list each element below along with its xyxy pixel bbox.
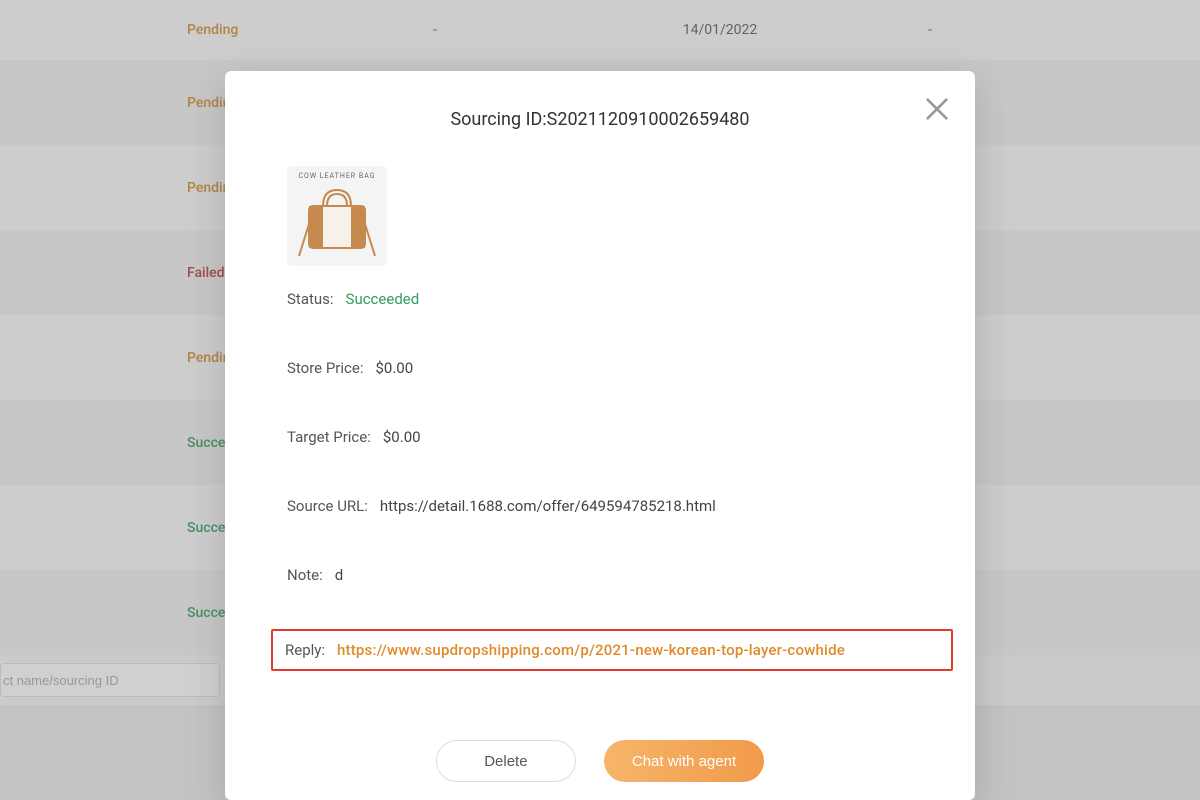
delete-button[interactable]: Delete bbox=[436, 740, 576, 782]
product-thumbnail[interactable]: COW LEATHER BAG bbox=[287, 166, 387, 266]
note-value: d bbox=[335, 562, 343, 589]
field-label: Source URL: bbox=[287, 493, 368, 520]
field-label: Reply: bbox=[285, 641, 325, 659]
source-url-field: Source URL: https://detail.1688.com/offe… bbox=[287, 493, 913, 520]
field-label: Note: bbox=[287, 562, 323, 589]
modal-footer: Delete Chat with agent bbox=[225, 722, 975, 800]
source-url-value: https://detail.1688.com/offer/6495947852… bbox=[380, 493, 716, 520]
sourcing-detail-modal: Sourcing ID:S2021120910002659480 COW LEA… bbox=[225, 71, 975, 800]
field-label: Status: bbox=[287, 286, 334, 313]
store-price-value: $0.00 bbox=[375, 355, 413, 382]
target-price-value: $0.00 bbox=[383, 424, 421, 451]
close-icon[interactable] bbox=[921, 93, 953, 125]
modal-title: Sourcing ID:S2021120910002659480 bbox=[225, 109, 975, 130]
status-value: Succeeded bbox=[346, 286, 420, 313]
chat-with-agent-button[interactable]: Chat with agent bbox=[604, 740, 764, 782]
status-field: Status: Succeeded bbox=[287, 286, 913, 313]
reply-highlight-box: Reply: https://www.supdropshipping.com/p… bbox=[271, 629, 953, 671]
note-field: Note: d bbox=[287, 562, 913, 589]
store-price-field: Store Price: $0.00 bbox=[287, 355, 913, 382]
reply-link[interactable]: https://www.supdropshipping.com/p/2021-n… bbox=[337, 641, 845, 659]
modal-body: COW LEATHER BAG Status: Succeeded Store … bbox=[225, 130, 975, 722]
field-label: Store Price: bbox=[287, 355, 363, 382]
field-label: Target Price: bbox=[287, 424, 371, 451]
target-price-field: Target Price: $0.00 bbox=[287, 424, 913, 451]
